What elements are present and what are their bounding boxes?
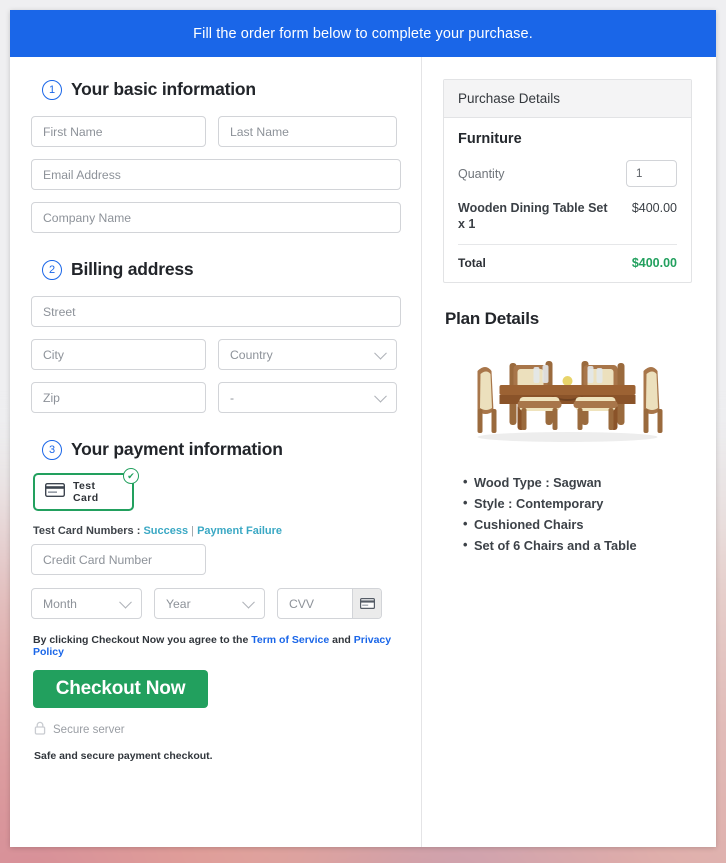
chevron-down-icon: [374, 389, 387, 403]
first-name-input[interactable]: [43, 124, 194, 139]
total-value: $400.00: [631, 256, 677, 271]
section-title-payment-information: Your payment information: [71, 439, 283, 459]
test-card-option[interactable]: Test Card ✔: [33, 468, 139, 511]
test-card-failure-link[interactable]: Payment Failure: [197, 525, 282, 537]
product-image: [447, 341, 688, 462]
city-input[interactable]: [43, 347, 194, 362]
top-banner: Fill the order form below to complete yo…: [10, 10, 716, 57]
company-field[interactable]: [31, 202, 401, 233]
purchase-details-box: Purchase Details Furniture Quantity Wood…: [443, 79, 692, 284]
first-name-field[interactable]: [31, 116, 206, 147]
state-select-value: -: [230, 390, 235, 405]
street-input[interactable]: [43, 304, 389, 319]
expiry-year-value: Year: [166, 596, 191, 611]
expiry-month-select[interactable]: Month: [31, 588, 142, 619]
checkout-body: 1 Your basic information First Name Last…: [10, 57, 716, 847]
total-label: Total: [458, 256, 486, 271]
expiry-cvv-row: Month Year: [31, 588, 401, 619]
checkout-card: Fill the order form below to complete yo…: [10, 10, 716, 847]
plan-feature-item: Set of 6 Chairs and a Table: [463, 535, 692, 557]
agree-and: and: [332, 634, 351, 646]
email-field[interactable]: [31, 159, 401, 190]
section-header-payment-information: 3 Your payment information: [42, 439, 401, 460]
country-select-value: Country: [230, 347, 273, 362]
secure-server-note: Secure server: [34, 721, 401, 738]
terms-of-service-link[interactable]: Term of Service: [251, 634, 329, 646]
test-card-label: Test Card: [73, 480, 99, 504]
country-select[interactable]: Country: [218, 339, 397, 370]
plan-details-title: Plan Details: [445, 309, 539, 329]
chevron-down-icon: [119, 595, 132, 609]
checkout-now-button[interactable]: Checkout Now: [33, 670, 208, 708]
check-circle-icon: ✔: [123, 468, 139, 484]
company-row: [31, 202, 401, 233]
test-card-success-link[interactable]: Success: [143, 525, 188, 537]
test-card-numbers-label: Test Card Numbers :: [33, 525, 141, 537]
quantity-row: Quantity: [458, 160, 677, 187]
cvv-input[interactable]: [289, 596, 352, 611]
summary-column: Purchase Details Furniture Quantity Wood…: [422, 57, 716, 847]
step-number-1: 1: [42, 79, 62, 100]
total-row: Total $400.00: [458, 245, 677, 270]
quantity-label: Quantity: [458, 166, 505, 181]
state-select[interactable]: -: [218, 382, 397, 413]
quantity-input[interactable]: [626, 160, 677, 187]
zip-field[interactable]: [31, 382, 206, 413]
card-number-field[interactable]: [31, 544, 206, 575]
expiry-month-value: Month: [43, 596, 77, 611]
email-input[interactable]: [43, 167, 389, 182]
terms-agreement-text: By clicking Checkout Now you agree to th…: [33, 634, 401, 658]
purchase-details-header: Purchase Details: [444, 80, 691, 118]
section-title-billing-address: Billing address: [71, 259, 194, 279]
section-header-basic-information: 1 Your basic information: [42, 79, 401, 100]
card-number-row: [31, 544, 401, 575]
chevron-down-icon: [374, 346, 387, 360]
chevron-down-icon: [242, 595, 255, 609]
step-number-3: 3: [42, 439, 62, 460]
plan-features-list: Wood Type : Sagwan Style : Contemporary …: [443, 472, 692, 557]
line-item-name: Wooden Dining Table Set x 1: [458, 201, 608, 231]
plan-feature-item: Cushioned Chairs: [463, 514, 692, 536]
name-row: [31, 116, 401, 147]
test-card-numbers-row: Test Card Numbers : Success | Payment Fa…: [33, 525, 401, 537]
section-title-basic-information: Your basic information: [71, 79, 256, 99]
city-field[interactable]: [31, 339, 206, 370]
card-number-input[interactable]: [43, 552, 194, 567]
agree-prefix: By clicking Checkout Now you agree to th…: [33, 634, 249, 646]
last-name-field[interactable]: [218, 116, 397, 147]
cvv-card-icon[interactable]: [352, 589, 381, 618]
banner-text: Fill the order form below to complete yo…: [193, 25, 533, 42]
credit-card-icon: [44, 482, 66, 502]
safe-checkout-note: Safe and secure payment checkout.: [34, 750, 213, 762]
link-separator: |: [191, 525, 195, 537]
zip-input[interactable]: [43, 390, 194, 405]
company-input[interactable]: [43, 210, 389, 225]
plan-feature-item: Style : Contemporary: [463, 493, 692, 515]
street-field[interactable]: [31, 296, 401, 327]
city-country-row: Country: [31, 339, 401, 370]
lock-icon: [34, 721, 46, 738]
purchase-details-body: Furniture Quantity Wooden Dining Table S…: [444, 118, 691, 282]
email-row: [31, 159, 401, 190]
zip-state-row: -: [31, 382, 401, 413]
line-item-row: Wooden Dining Table Set x 1 $400.00: [458, 201, 677, 246]
form-column: 1 Your basic information First Name Last…: [10, 57, 422, 847]
line-item-price: $400.00: [631, 201, 677, 215]
plan-feature-item: Wood Type : Sagwan: [463, 472, 692, 494]
secure-server-label: Secure server: [53, 723, 125, 736]
cvv-field[interactable]: [277, 588, 382, 619]
section-header-billing-address: 2 Billing address: [42, 259, 401, 280]
expiry-year-select[interactable]: Year: [154, 588, 265, 619]
step-number-2: 2: [42, 259, 62, 280]
last-name-input[interactable]: [230, 124, 385, 139]
purchase-category: Furniture: [458, 131, 522, 147]
street-row: [31, 296, 401, 327]
